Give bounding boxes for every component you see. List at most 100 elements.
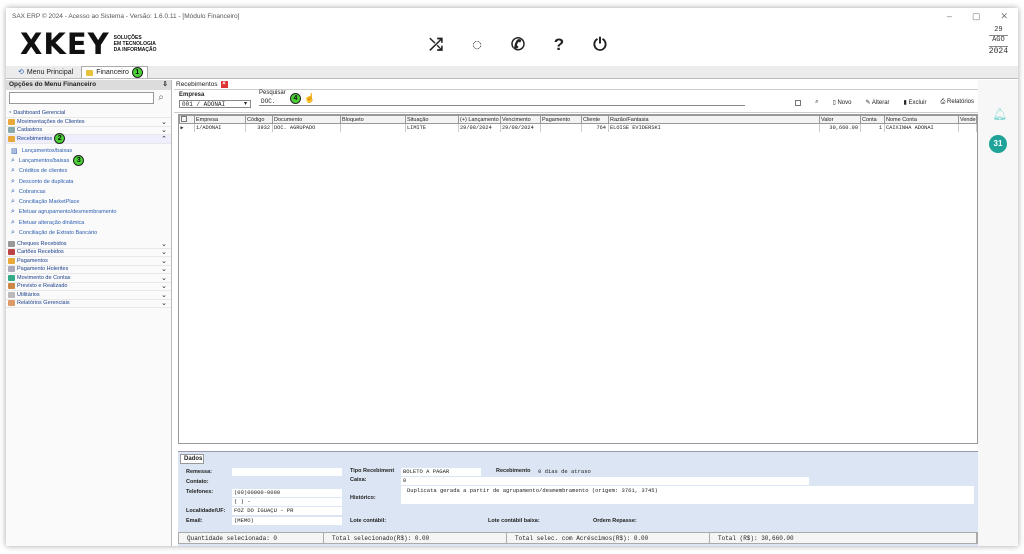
column-header[interactable]: Conta: [860, 115, 885, 124]
tab-financeiro[interactable]: Financeiro 1: [81, 66, 148, 78]
historico-field[interactable]: Duplicata gerada a partir de agrupamento…: [401, 486, 974, 504]
tab-label: Menu Principal: [26, 68, 74, 76]
reports-button[interactable]: ⎙ Relatórios: [941, 99, 974, 106]
select-all-checkbox[interactable]: [181, 116, 187, 123]
sidebar-subitem-0[interactable]: ▨ Lançamentos/baixas: [6, 146, 171, 156]
sidebar-subitem-4[interactable]: ⌕ Cobrancas: [6, 187, 171, 197]
chat-icon[interactable]: ◌: [467, 35, 487, 55]
sidebar-group-7[interactable]: Relatórios Gerenciais ⌄: [6, 300, 171, 309]
reports-label: Relatórios: [946, 99, 974, 105]
column-header[interactable]: Razão/Fantasia: [608, 115, 820, 124]
right-strip: 🔔︎ 31: [978, 80, 1018, 546]
sidebar-subitem-8[interactable]: ⌕ Conciliação de Extrato Bancário: [6, 228, 171, 238]
bell-icon[interactable]: 🔔︎: [992, 107, 1007, 121]
table-cell: 30,660.00: [819, 123, 861, 132]
search-input[interactable]: DOC.: [259, 98, 745, 106]
phone-2-field[interactable]: ( ) -: [232, 498, 342, 506]
close-tab-icon[interactable]: ×: [220, 81, 228, 88]
power-icon[interactable]: ⏻: [590, 35, 610, 55]
sidebar-group-1[interactable]: Cartões Recebidos ⌄: [6, 249, 171, 258]
recebimento-label: Recebimento: [496, 468, 531, 474]
calendar-icon[interactable]: 31: [989, 135, 1007, 153]
sidebar-item-label: Pagamento Holerites: [17, 266, 69, 273]
sidebar-subitem-2[interactable]: ⌕ Créditos de clientes: [6, 166, 171, 176]
tab-dados[interactable]: Dados: [180, 454, 204, 464]
phone-1-field[interactable]: (00)00000-0000: [232, 489, 342, 497]
sidebar-subitem-3[interactable]: ⌕ Desconto de duplicata: [6, 176, 171, 186]
column-header[interactable]: (+) Lançamento: [458, 115, 501, 124]
sidebar-group-5[interactable]: Previsto e Realizado ⌄: [6, 283, 171, 292]
minimize-button[interactable]: –: [947, 11, 952, 22]
column-header[interactable]: Código: [245, 115, 273, 124]
sidebar-group-1[interactable]: Cadastros ⌄: [6, 127, 171, 135]
email-label: Email:: [186, 518, 203, 524]
chevron-down-icon: ⌄: [161, 240, 167, 248]
column-header[interactable]: Cliente: [581, 115, 609, 124]
email-field[interactable]: (MEMO): [232, 517, 342, 525]
column-header[interactable]: Nome Conta: [884, 115, 959, 124]
shuffle-icon[interactable]: ⤮: [426, 35, 446, 55]
edit-icon: ▨: [11, 147, 18, 155]
column-header[interactable]: Valor: [819, 115, 861, 124]
sidebar-group-3[interactable]: Pagamento Holerites ⌄: [6, 266, 171, 275]
localidade-field[interactable]: FOZ DO IGUAÇU - PR: [232, 507, 342, 515]
sidebar-group-2[interactable]: Pagamentos ⌄: [6, 257, 171, 266]
module-tabs: ⟲ Menu Principal Financeiro 1: [6, 66, 1018, 79]
magnifier-icon: ⌕: [11, 198, 15, 206]
group-icon: [8, 283, 15, 290]
search-icon[interactable]: ⌕: [154, 92, 168, 106]
empresa-select[interactable]: 001 / ADONAI: [179, 100, 251, 108]
step-badge: 4: [290, 93, 301, 104]
sidebar-group-0[interactable]: Cheques Recebidos ⌄: [6, 240, 171, 249]
column-header[interactable]: Empresa: [194, 115, 246, 124]
sidebar-subitem-7[interactable]: ⌕ Efetuar alteração dinâmica: [6, 218, 171, 228]
column-header[interactable]: Vencimento: [500, 115, 541, 124]
new-button[interactable]: ▯ Novo: [833, 99, 852, 106]
close-button[interactable]: ✕: [1000, 11, 1008, 22]
maximize-button[interactable]: ▢: [972, 11, 981, 22]
sidebar-subitem-5[interactable]: ⌕ Conciliação MarketPlace: [6, 197, 171, 207]
sidebar-item-label: Recebimentos: [17, 135, 53, 142]
sidebar-group-6[interactable]: Utilitários ⌄: [6, 291, 171, 300]
chevron-down-icon[interactable]: ▾: [244, 100, 247, 107]
sidebar-item-label: Cartões Recebidos: [17, 249, 64, 256]
sidebar-subitem-6[interactable]: ⌕ Efetuar agrupamento/desmembramento: [6, 207, 171, 217]
column-header[interactable]: Bloqueto: [340, 115, 406, 124]
doc-tab[interactable]: Recebimentos ×: [174, 80, 978, 90]
caixa-field[interactable]: 0: [401, 477, 809, 485]
date-month: AGO: [988, 35, 1008, 45]
column-header[interactable]: Vendedor: [958, 115, 977, 124]
sidebar-group-0[interactable]: Movimentações de Clientes ⌄: [6, 118, 171, 127]
table-row[interactable]: ▶ 1/ADONAI 3932 DOC. AGRUPADO LIMITE 29/08/20…: [179, 123, 977, 132]
edit-button[interactable]: ✎ Alterar: [865, 99, 889, 106]
column-header[interactable]: Situação: [405, 115, 459, 124]
filter-checkbox[interactable]: [795, 99, 802, 106]
status-bar: Quantidade selecionada: 0 Total selecion…: [178, 532, 978, 544]
pin-icon[interactable]: ⇩: [163, 80, 171, 90]
search-icon[interactable]: ⌕: [815, 99, 818, 106]
group-icon: [8, 300, 15, 307]
brand-logo: XKEY SOLUÇÕES EM TECNOLOGIA DA INFORMAÇÃ…: [20, 27, 157, 61]
table-cell: [540, 123, 582, 132]
header: XKEY SOLUÇÕES EM TECNOLOGIA DA INFORMAÇÃ…: [6, 24, 1018, 66]
empresa-label: Empresa: [179, 92, 205, 98]
magnifier-icon: ⌕: [11, 177, 15, 185]
sidebar-group-4[interactable]: Movimento de Contas ⌄: [6, 274, 171, 283]
group-icon: [8, 291, 15, 298]
status-quantidade: Quantidade selecionada: 0: [179, 533, 324, 543]
sidebar-search-input[interactable]: [9, 92, 154, 104]
column-header[interactable]: Pagamento: [540, 115, 582, 124]
filter-bar: Empresa 001 / ADONAI ▾ Pesquisar DOC. 4 …: [174, 90, 978, 113]
column-header[interactable]: Documento: [272, 115, 341, 124]
date-year: 2024: [988, 46, 1008, 56]
delete-button[interactable]: ▮ Excluir: [904, 99, 927, 106]
sidebar-item-dashboard[interactable]: ◔ Dashboard Gerencial: [6, 108, 171, 118]
sidebar-subitem-1[interactable]: ⌕ Lançamentos/baixas 3: [6, 155, 171, 167]
sidebar-item-recebimentos[interactable]: Recebimentos 2 ⌃: [6, 133, 171, 145]
help-icon[interactable]: ?: [549, 35, 569, 55]
whatsapp-icon[interactable]: ✆: [508, 35, 528, 55]
select-all-header[interactable]: [179, 115, 195, 124]
remessa-field[interactable]: [232, 468, 342, 476]
logo-text: XKEY: [20, 27, 110, 61]
tab-menu-principal[interactable]: ⟲ Menu Principal: [14, 66, 77, 78]
